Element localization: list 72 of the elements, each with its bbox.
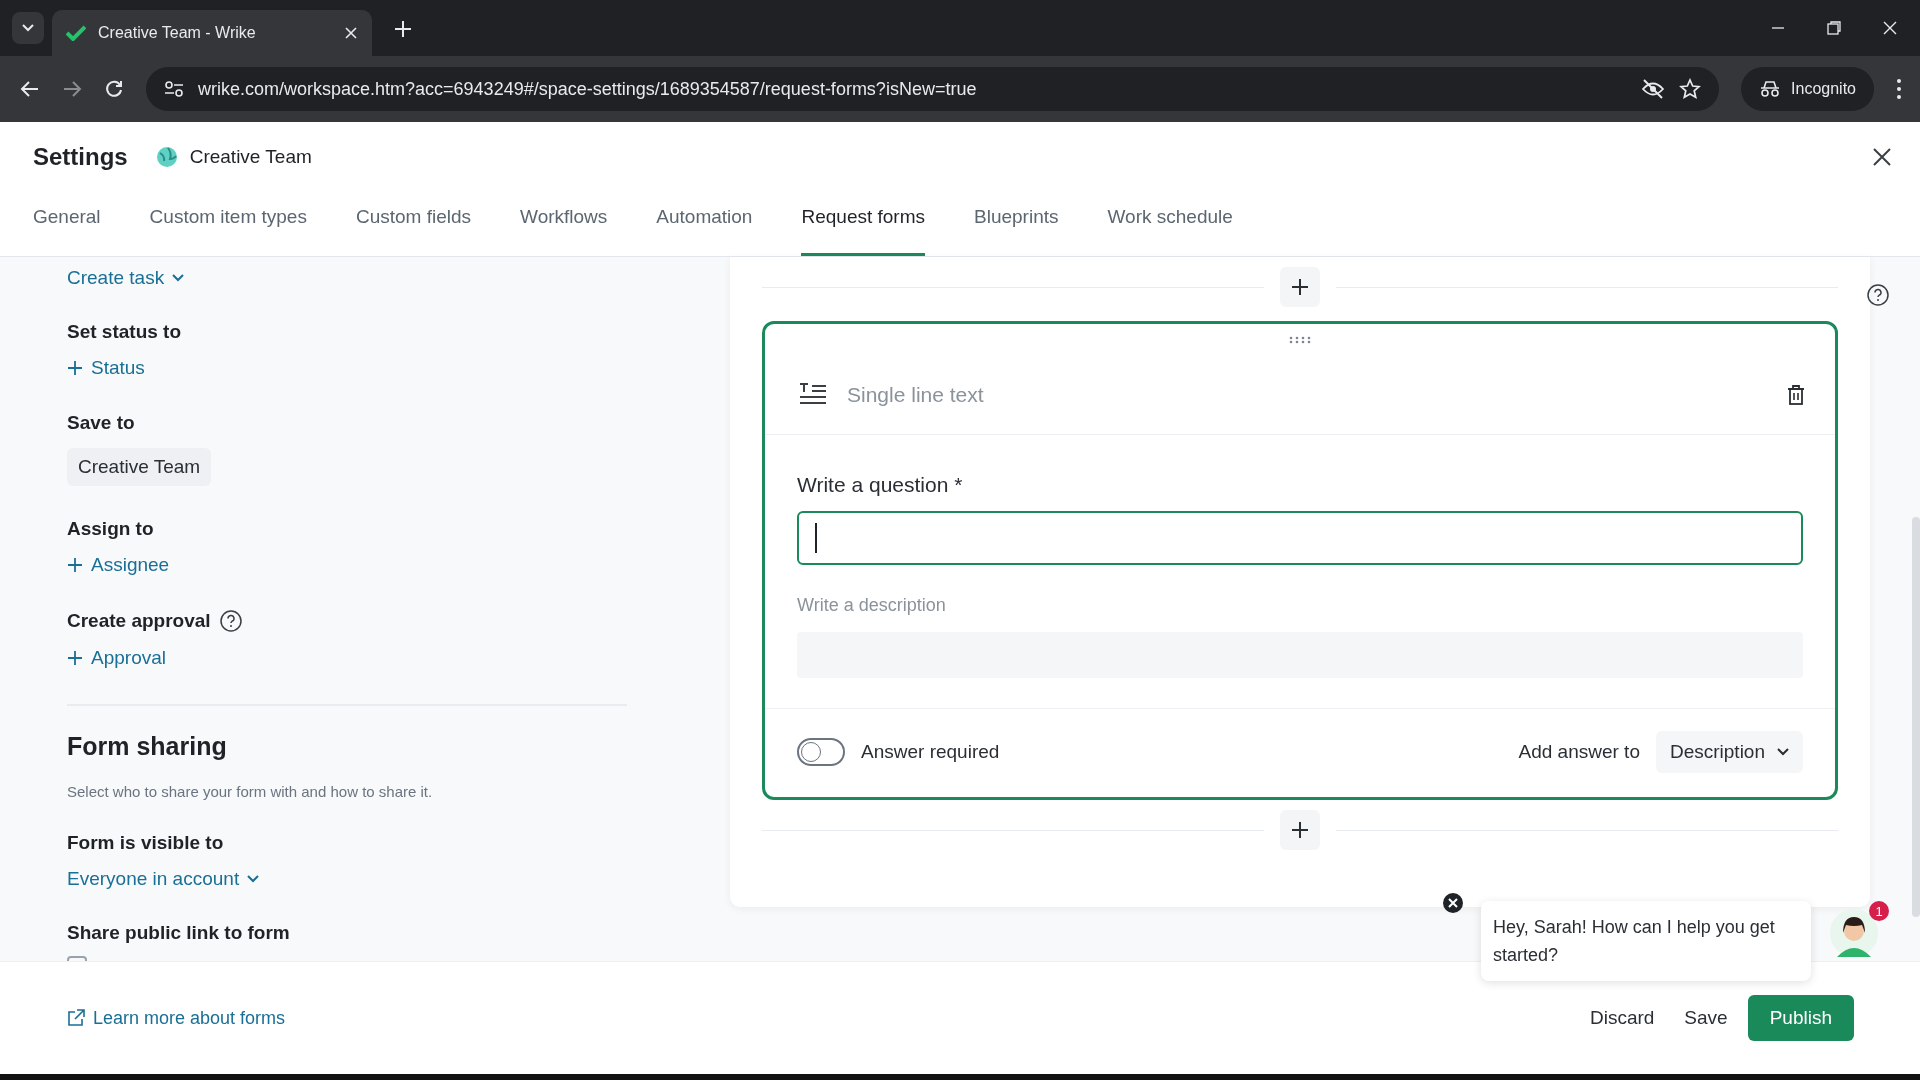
back-icon[interactable] xyxy=(20,79,40,99)
add-field-button[interactable] xyxy=(1280,810,1320,850)
field-label: Assign to xyxy=(67,518,154,540)
description-label: Write a description xyxy=(797,595,947,616)
settings-tab[interactable]: General xyxy=(33,192,101,256)
section-description: Select who to share your form with and how to share it. xyxy=(67,783,434,800)
field-label: Set status to xyxy=(67,321,182,343)
notification-badge: 1 xyxy=(1869,901,1889,921)
footer-button[interactable]: Discard xyxy=(1579,997,1665,1039)
question-label: Write a question * xyxy=(797,473,964,497)
eye-slash-icon[interactable] xyxy=(1641,79,1666,99)
location-chip[interactable]: Creative Team xyxy=(67,448,212,486)
space-name: Creative Team xyxy=(189,146,312,168)
settings-tab[interactable]: Workflows xyxy=(520,192,608,256)
field-label: Share public link to form xyxy=(67,922,290,944)
incognito-icon xyxy=(1759,80,1782,98)
chevron-down-icon xyxy=(1777,748,1789,756)
help-icon[interactable] xyxy=(218,609,243,633)
bookmark-star-icon[interactable] xyxy=(1679,78,1702,100)
settings-tab[interactable]: Blueprints xyxy=(974,192,1059,256)
more-menu-icon[interactable] xyxy=(1896,78,1902,100)
settings-title: Settings xyxy=(33,143,128,171)
answer-target-dropdown[interactable]: Description xyxy=(1655,731,1803,773)
settings-tab[interactable]: Work schedule xyxy=(1107,192,1233,256)
field-label: Save to xyxy=(67,412,135,434)
add-link[interactable]: Approval xyxy=(67,647,166,669)
settings-tab[interactable]: Automation xyxy=(656,192,753,256)
incognito-button[interactable]: Incognito xyxy=(1741,67,1874,111)
settings-tab[interactable]: Custom item types xyxy=(149,192,307,256)
plus-icon xyxy=(67,557,83,573)
toggle-switch[interactable] xyxy=(797,738,845,766)
field-label: Add answer to xyxy=(1518,741,1640,763)
footer-button[interactable]: Save xyxy=(1674,997,1738,1039)
text-cursor xyxy=(815,523,817,553)
plus-icon xyxy=(1291,821,1309,839)
learn-more-link[interactable]: Learn more about forms xyxy=(67,1007,1570,1029)
trash-icon[interactable] xyxy=(1787,385,1805,405)
tab-title: Creative Team - Wrike xyxy=(98,24,257,42)
chat-message: Hey, Sarah! How can I help you get started? xyxy=(1481,901,1811,981)
chevron-down-icon xyxy=(21,23,35,33)
checkmark-icon xyxy=(66,25,86,41)
toggle-label: Answer required xyxy=(861,741,1001,763)
browser-tab[interactable]: Creative Team - Wrike xyxy=(52,10,372,56)
scrollbar[interactable] xyxy=(1912,517,1920,917)
forward-icon[interactable] xyxy=(62,79,82,99)
close-icon[interactable] xyxy=(1872,147,1892,167)
reload-icon[interactable] xyxy=(104,79,124,99)
question-input[interactable] xyxy=(797,511,1803,565)
close-icon[interactable] xyxy=(1443,893,1463,913)
create-task-dropdown[interactable]: Create task xyxy=(67,267,185,289)
add-link[interactable]: Assignee xyxy=(67,554,170,576)
tab-list-button[interactable] xyxy=(12,12,44,44)
chevron-down-icon xyxy=(172,274,185,282)
add-link[interactable]: Status xyxy=(67,357,145,379)
settings-tab[interactable]: Custom fields xyxy=(355,192,472,256)
external-link-icon xyxy=(67,1009,85,1027)
field-label: Form is visible to xyxy=(67,832,224,854)
drag-handle-icon[interactable] xyxy=(1289,336,1311,344)
site-settings-icon[interactable] xyxy=(164,80,184,98)
new-tab-icon[interactable] xyxy=(394,20,412,38)
help-icon[interactable] xyxy=(1866,283,1890,307)
plus-icon xyxy=(67,650,83,666)
section-heading: Form sharing xyxy=(67,732,228,761)
restore-icon[interactable] xyxy=(1826,20,1842,36)
plus-icon xyxy=(1291,278,1309,296)
visibility-dropdown[interactable]: Everyone in account xyxy=(67,868,260,890)
field-label: Create approval xyxy=(67,610,211,632)
add-field-button[interactable] xyxy=(1280,267,1320,307)
footer-button[interactable]: Publish xyxy=(1747,995,1854,1041)
field-type-label: Single line text xyxy=(847,383,985,407)
plus-icon xyxy=(67,360,83,376)
chevron-down-icon xyxy=(247,875,260,883)
